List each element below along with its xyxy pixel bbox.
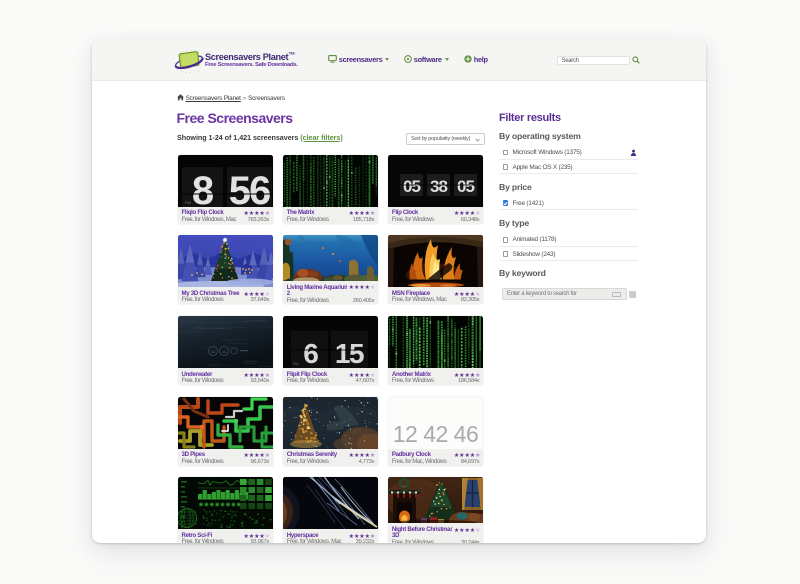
svg-text:6: 6: [303, 338, 319, 368]
svg-text:05: 05: [457, 177, 474, 196]
svg-text:05: 05: [403, 177, 420, 196]
svg-text:38: 38: [430, 177, 447, 196]
svg-text:15: 15: [335, 338, 364, 368]
svg-text:PM: PM: [293, 362, 298, 366]
svg-text:PM: PM: [185, 200, 191, 205]
svg-text:12 42 46: 12 42 46: [393, 421, 479, 447]
svg-text:56: 56: [229, 169, 270, 207]
svg-text:8: 8: [192, 169, 214, 207]
